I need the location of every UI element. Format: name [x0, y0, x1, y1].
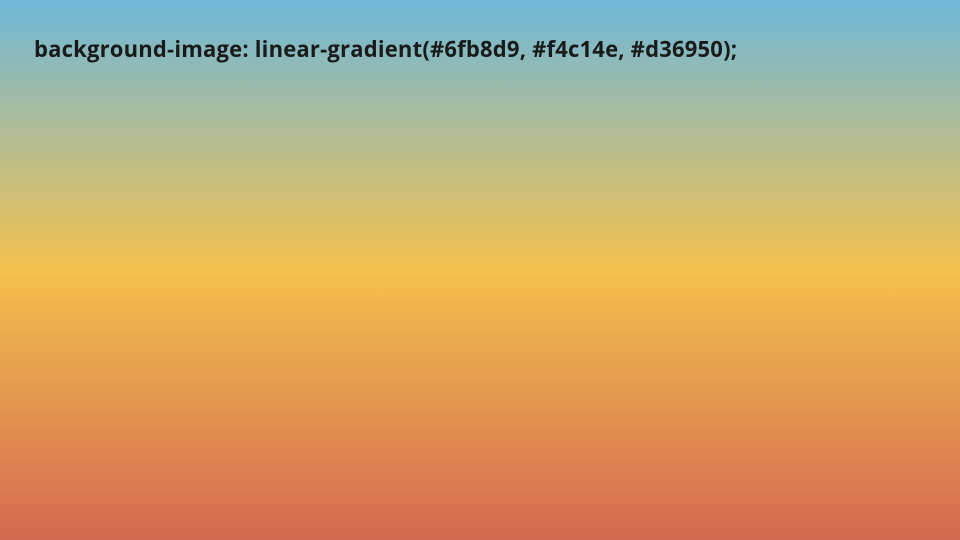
slide-container: background-image: linear-gradient(#6fb8d… [0, 0, 960, 540]
css-code-text: background-image: linear-gradient(#6fb8d… [34, 34, 737, 64]
